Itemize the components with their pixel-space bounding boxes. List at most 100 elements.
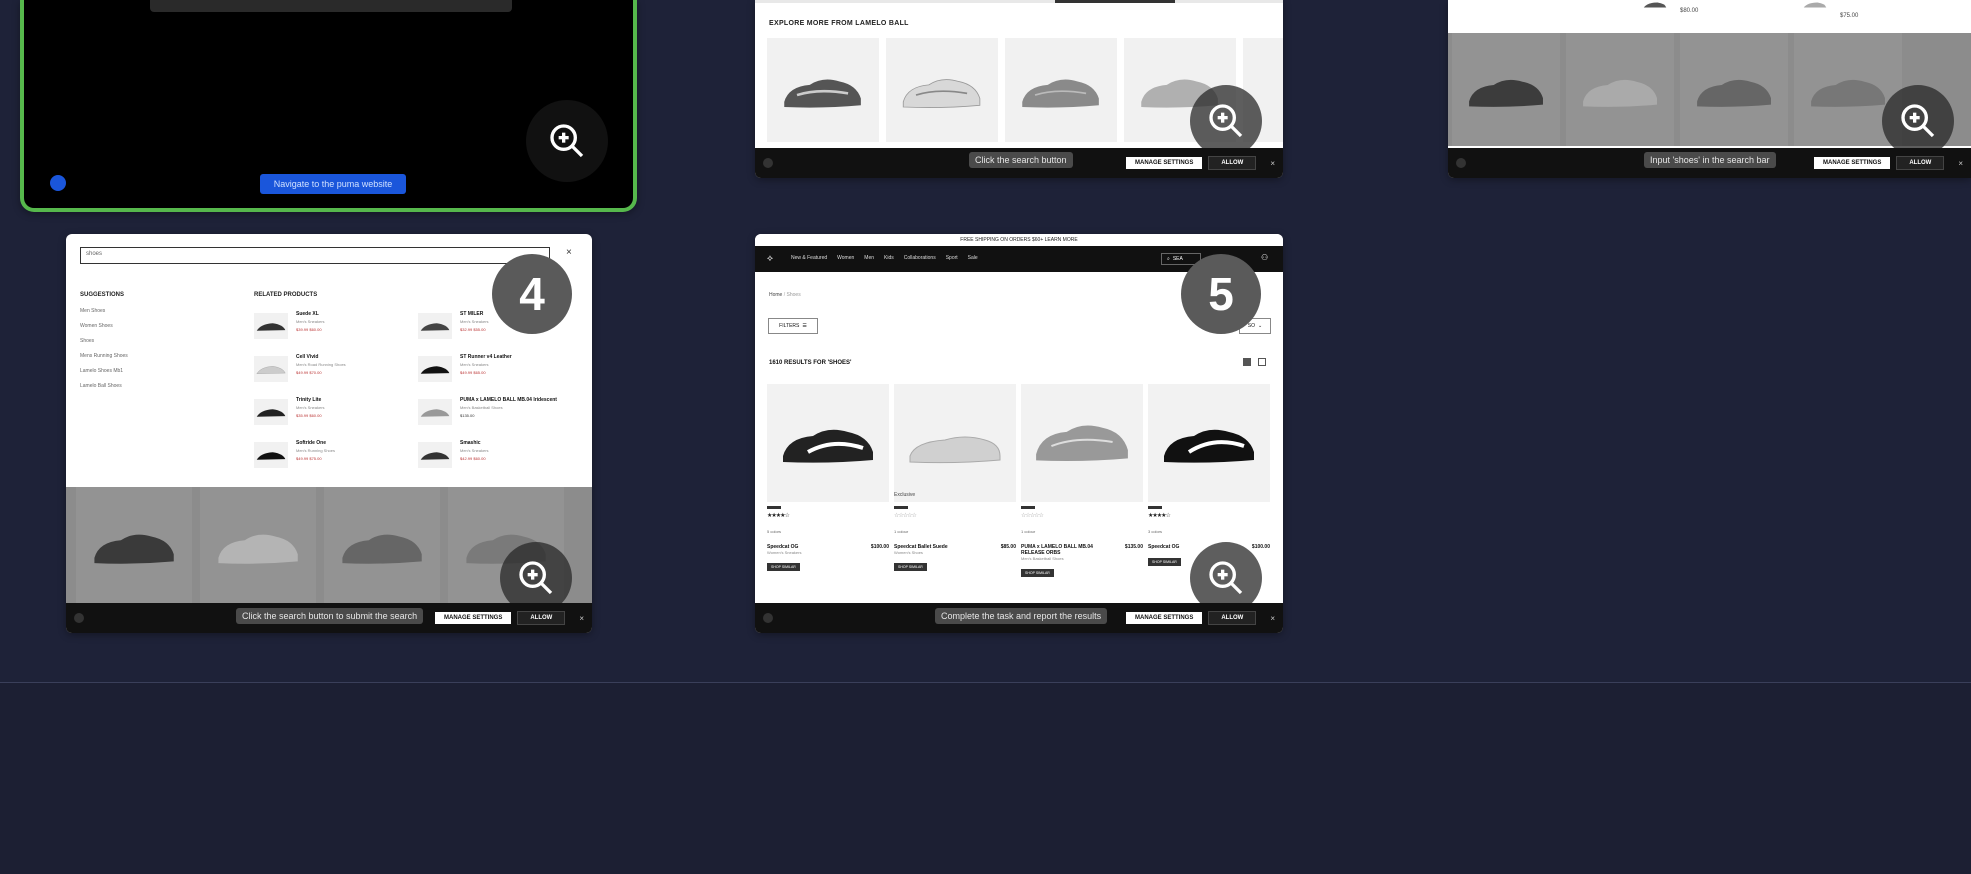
suggestion-item[interactable]: Women Shoes — [80, 323, 230, 338]
product-colors: 5 colors — [767, 529, 782, 534]
shoe-thumbnail — [418, 399, 452, 425]
product-card[interactable]: Exclusive — [894, 384, 1016, 514]
nav-item[interactable]: Collaborations — [904, 255, 936, 261]
related-product[interactable]: PUMA x LAMELO BALL MB.04 Iridescent Men'… — [418, 395, 568, 431]
product-name[interactable]: PUMA x LAMELO BALL MB.04 RELEASE ORBS — [1021, 544, 1105, 556]
nav-item[interactable]: Men — [864, 255, 874, 261]
dimmed-tile — [200, 487, 316, 603]
step-2-product-tile[interactable] — [886, 38, 998, 142]
related-product[interactable]: ST Runner v4 Leather Men's Sneakers $49.… — [418, 352, 568, 388]
close-icon[interactable]: × — [579, 614, 584, 623]
rating-stars: ★★★★☆ — [767, 513, 790, 519]
shoe-image — [94, 534, 174, 564]
shop-similar-button[interactable]: SHOP SIMILAR — [767, 563, 800, 571]
suggestion-item[interactable]: Lamelo Shoes Mb1 — [80, 368, 230, 383]
related-product-sub: Men's Running Shoes — [296, 448, 336, 453]
step-4-search-input[interactable]: shoes — [80, 247, 550, 264]
product-colors: 1 colour — [1021, 529, 1036, 534]
shoe-thumbnail — [418, 442, 452, 468]
step-1-zoom-button[interactable] — [526, 100, 608, 182]
shoe-image — [783, 429, 873, 463]
allow-button[interactable]: ALLOW — [517, 611, 566, 625]
manage-settings-button[interactable]: MANAGE SETTINGS — [1125, 157, 1203, 169]
product-card[interactable] — [767, 384, 889, 514]
nav-item[interactable]: Sport — [946, 255, 958, 261]
shop-similar-button[interactable]: SHOP SIMILAR — [1148, 558, 1181, 566]
product-price: $100.00 — [1251, 544, 1270, 550]
search-close-icon[interactable]: × — [566, 247, 572, 258]
shoe-thumbnail — [1643, 2, 1667, 8]
step-1-tooltip: Navigate to the puma website — [260, 174, 406, 194]
step-2-product-tile[interactable] — [767, 38, 879, 142]
user-icon[interactable]: ⚇ — [1261, 253, 1268, 262]
related-product-sub: Men's Sneakers — [460, 448, 489, 453]
product-price: $85.00 — [1000, 544, 1016, 550]
close-icon[interactable]: × — [1270, 159, 1275, 168]
related-product-price: $39.99 $60.00 — [296, 327, 322, 332]
rating-stars: ☆☆☆☆☆ — [894, 513, 917, 519]
related-product-name: Softride One — [296, 440, 327, 446]
manage-settings-button[interactable]: MANAGE SETTINGS — [1125, 612, 1203, 624]
allow-button[interactable]: ALLOW — [1208, 611, 1257, 625]
related-product[interactable]: Softride One Men's Running Shoes $49.99 … — [254, 438, 394, 474]
related-product-name: PUMA x LAMELO BALL MB.04 Iridescent — [460, 397, 557, 403]
filters-button[interactable]: FILTERS ☰ — [768, 318, 818, 334]
nav-item[interactable]: Women — [837, 255, 854, 261]
step-4-card[interactable]: shoes × SUGGESTIONS Men Shoes Women Shoe… — [66, 234, 592, 633]
related-product[interactable]: Trinity Lite Men's Sneakers $35.99 $60.0… — [254, 395, 394, 431]
empty-footer-area — [0, 683, 1971, 874]
step-2-section-title: EXPLORE MORE FROM LAMELO BALL — [769, 20, 909, 27]
step-2-card[interactable]: EXPLORE MORE FROM LAMELO BALL MANAGE SET… — [755, 0, 1283, 178]
breadcrumb-current: Shoes — [786, 292, 801, 298]
product-price: $100.00 — [870, 544, 889, 550]
related-product[interactable]: Cell Vivid Men's Road Running Shoes $49.… — [254, 352, 394, 388]
step-3-card[interactable]: $80.00 $75.00 MANAGE SETTINGS ALLOW × In… — [1448, 0, 1971, 178]
product-card[interactable] — [1148, 384, 1270, 514]
step-5-badge: 5 — [1181, 254, 1261, 334]
related-product-price: $42.99 $60.00 — [460, 456, 486, 461]
product-sub: Women's Shoes — [894, 550, 923, 555]
related-product-sub: Men's Road Running Shoes — [296, 362, 346, 367]
suggestion-item[interactable]: Mens Running Shoes — [80, 353, 230, 368]
suggestion-item[interactable]: Shoes — [80, 338, 230, 353]
related-product-sub: Men's Sneakers — [296, 405, 325, 410]
step-4-badge: 4 — [492, 254, 572, 334]
suggestion-item[interactable]: Lamelo Ball Shoes — [80, 383, 230, 398]
grid-view-icon[interactable] — [1243, 358, 1251, 366]
nav-item[interactable]: Sale — [968, 255, 978, 261]
rating-stars: ★★★★☆ — [1148, 513, 1171, 519]
allow-button[interactable]: ALLOW — [1208, 156, 1257, 170]
breadcrumb-home[interactable]: Home — [769, 292, 782, 298]
suggestions-list: Men Shoes Women Shoes Shoes Mens Running… — [80, 308, 230, 398]
step-2-product-tile[interactable] — [1005, 38, 1117, 142]
related-product[interactable]: Suede XL Men's Sneakers $39.99 $60.00 — [254, 309, 394, 345]
step-3-zoom-button[interactable] — [1882, 85, 1954, 157]
close-icon[interactable]: × — [1270, 614, 1275, 623]
shop-similar-button[interactable]: SHOP SIMILAR — [894, 563, 927, 571]
suggestion-item[interactable]: Men Shoes — [80, 308, 230, 323]
related-product-sub: Men's Sneakers — [296, 319, 325, 324]
step-5-tooltip: Complete the task and report the results — [935, 608, 1108, 624]
nav-item[interactable]: Kids — [884, 255, 894, 261]
allow-button[interactable]: ALLOW — [1896, 156, 1945, 170]
step-1-card[interactable]: Navigate to the puma website — [20, 0, 637, 212]
dimmed-tile — [1566, 33, 1674, 146]
step-2-hero-dark — [1055, 0, 1175, 3]
close-icon[interactable]: × — [1958, 159, 1963, 168]
dimmed-tile — [1452, 33, 1560, 146]
related-product[interactable]: Smashic Men's Sneakers $42.99 $60.00 — [418, 438, 568, 474]
step-5-card[interactable]: FREE SHIPPING ON ORDERS $60+ LEARN MORE … — [755, 234, 1283, 633]
shop-similar-button[interactable]: SHOP SIMILAR — [1021, 569, 1054, 577]
step-3-price-2: $75.00 — [1840, 13, 1859, 19]
product-image — [767, 384, 889, 502]
manage-settings-button[interactable]: MANAGE SETTINGS — [434, 612, 512, 624]
nav-item[interactable]: New & Featured — [791, 255, 827, 261]
puma-logo-icon[interactable]: ⟡ — [767, 253, 779, 263]
list-view-icon[interactable] — [1258, 358, 1266, 366]
chevron-down-icon: ⌄ — [1258, 323, 1263, 329]
shoe-image — [342, 534, 422, 564]
info-icon — [1456, 158, 1466, 168]
manage-settings-button[interactable]: MANAGE SETTINGS — [1813, 157, 1891, 169]
step-2-zoom-button[interactable] — [1190, 85, 1262, 157]
product-card[interactable] — [1021, 384, 1143, 514]
